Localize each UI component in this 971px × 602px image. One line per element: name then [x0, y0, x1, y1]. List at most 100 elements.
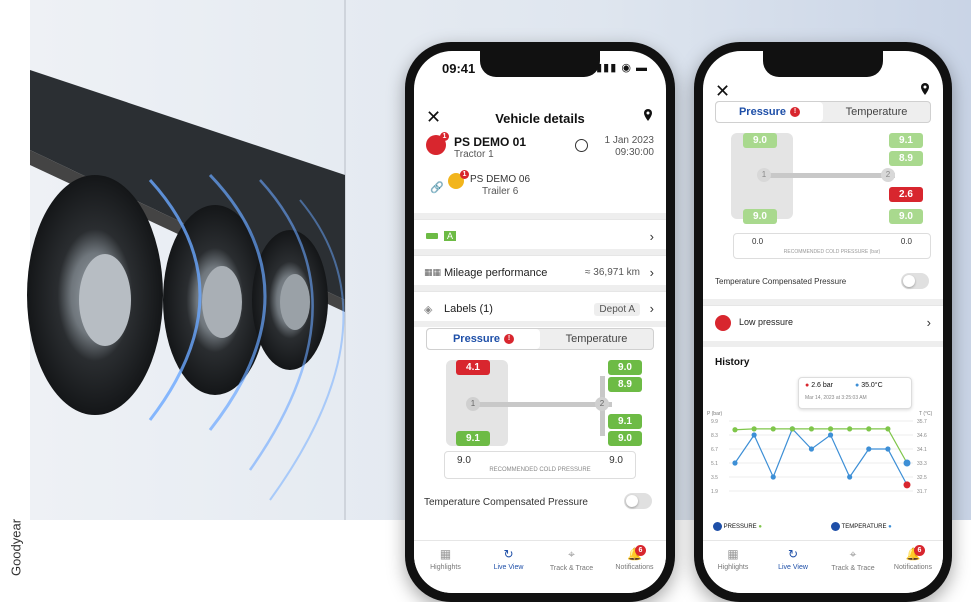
- tyre-right-3[interactable]: 9.1: [608, 414, 642, 429]
- tab-live-view-label: Live View: [493, 564, 524, 571]
- bottom-tab-bar: ▦ Highlights ↻ Live View ⌖ Track & Trace 🔔 N…: [414, 540, 666, 593]
- tab-notifications[interactable]: 🔔 Notifications: [883, 547, 943, 571]
- header: ✕ Vehicle details: [414, 103, 666, 133]
- vehicle-name: PS DEMO 01: [454, 135, 527, 149]
- data-point: [903, 459, 911, 467]
- trailer-type: Trailer 6: [482, 186, 519, 197]
- chevron-right-icon: ›: [926, 315, 931, 330]
- divider: [703, 341, 943, 347]
- vehicle-type: Tractor 1: [454, 149, 494, 160]
- phone-live-view: ✕ Pressure! Temperature 9.0 9.0 9.1 8.9 …: [694, 42, 952, 602]
- tab-pressure[interactable]: Pressure!: [716, 102, 823, 122]
- location-icon: ⌖: [568, 547, 575, 561]
- cold-pressure-box: 0.0 0.0 RECOMMENDED COLD PRESSURE (bar): [733, 233, 931, 259]
- y2-tick-label: 33.3: [917, 461, 927, 467]
- bell-icon: 🔔: [905, 547, 921, 561]
- y2-axis-unit-label: T (°C): [919, 411, 933, 417]
- tab-highlights[interactable]: ▦ Highlights: [703, 547, 763, 571]
- cold-pressure-label: RECOMMENDED COLD PRESSURE (bar): [783, 249, 881, 255]
- temp-compensated-label: Temperature Compensated Pressure: [424, 497, 588, 508]
- tab-live-view-label: Live View: [778, 564, 808, 571]
- tab-temperature[interactable]: Temperature: [823, 102, 930, 122]
- tyre-right-4[interactable]: 9.0: [608, 431, 642, 446]
- data-point: [751, 432, 757, 438]
- last-seen-time: 09:30:00: [615, 147, 654, 158]
- tab-highlights-label: Highlights: [717, 564, 749, 571]
- y-tick-label: 5.1: [711, 461, 718, 467]
- tyre-right-1[interactable]: 9.0: [608, 360, 642, 375]
- tyre-right-2[interactable]: 8.9: [889, 151, 923, 166]
- battery-icon: [426, 233, 438, 239]
- tab-notifications-label: Notifications: [615, 564, 654, 571]
- tyre-right-4[interactable]: 9.0: [889, 209, 923, 224]
- tab-pressure[interactable]: Pressure!: [427, 329, 540, 349]
- close-icon[interactable]: ✕: [715, 81, 730, 102]
- tyre-left-rear[interactable]: 9.0: [743, 209, 777, 224]
- vehicle-summary[interactable]: 1 PS DEMO 01 Tractor 1 1 Jan 2023 09:30:…: [426, 132, 655, 213]
- tab-temperature[interactable]: Temperature: [540, 329, 653, 349]
- chevron-right-icon: ›: [649, 265, 654, 280]
- data-point: [770, 474, 776, 480]
- tag-icon: ◈: [424, 304, 433, 316]
- notifications-count-badge: 6: [635, 545, 646, 556]
- cold-pressure-right: 0.0: [900, 237, 912, 246]
- checkbox-checked-icon: [713, 522, 722, 531]
- tab-track-trace[interactable]: ⌖ Track & Trace: [540, 547, 603, 572]
- tyre-right-2[interactable]: 8.9: [608, 377, 642, 392]
- data-point: [866, 446, 872, 452]
- page-title: Vehicle details: [495, 111, 585, 126]
- row-low-pressure[interactable]: Low pressure ›: [703, 305, 943, 342]
- legend-pressure-label: PRESSURE: [723, 524, 757, 531]
- location-pin-icon[interactable]: [919, 83, 931, 95]
- cold-pressure-right: 9.0: [609, 455, 623, 466]
- tab-highlights[interactable]: ▦ Highlights: [414, 547, 477, 571]
- data-point: [847, 474, 853, 480]
- y-tick-label: 1.9: [711, 489, 718, 495]
- y2-tick-label: 35.7: [917, 419, 927, 425]
- pressure-alert-badge: !: [790, 107, 801, 118]
- notifications-count-badge: 6: [914, 545, 925, 556]
- cold-pressure-left: 9.0: [457, 455, 471, 466]
- axle-1-marker: 1: [466, 397, 480, 411]
- tyre-right-1[interactable]: 9.1: [889, 133, 923, 148]
- history-chart[interactable]: P (bar) T (°C) 9.9 35.7 8.3 34.6 6.7 34.1 5.1 33.…: [703, 409, 943, 519]
- series-line: [734, 427, 908, 486]
- chart-legend: PRESSURE ● TEMPERATURE ●: [713, 521, 933, 535]
- temp-compensated-label: Temperature Compensated Pressure: [715, 277, 847, 286]
- tyre-left-front[interactable]: 4.1: [456, 360, 490, 375]
- trailer-name: PS DEMO 06: [470, 174, 531, 185]
- last-seen-date: 1 Jan 2023: [604, 135, 655, 146]
- data-point: [885, 426, 891, 432]
- status-time: 09:41: [442, 61, 476, 76]
- axle-bar: [472, 402, 612, 407]
- pressure-temperature-toggle: Pressure! Temperature: [426, 328, 654, 350]
- data-point: [789, 426, 795, 432]
- link-icon: 🔗: [430, 182, 444, 194]
- tab-pressure-label: Pressure: [738, 106, 787, 118]
- legend-temperature[interactable]: TEMPERATURE ●: [831, 522, 892, 531]
- temp-compensated-toggle[interactable]: [624, 493, 652, 509]
- data-point: [827, 426, 834, 432]
- data-point: [770, 426, 776, 432]
- data-point: [732, 460, 738, 466]
- checkbox-checked-icon: [831, 522, 840, 531]
- tyre-right-3[interactable]: 2.6: [889, 187, 923, 202]
- clock-icon: [575, 139, 588, 152]
- y-tick-label: 8.3: [711, 433, 718, 439]
- tab-live-view[interactable]: ↻ Live View: [763, 547, 823, 571]
- live-view-icon: ↻: [787, 547, 799, 561]
- axle-2-marker: 2: [881, 168, 895, 182]
- legend-temperature-label: TEMPERATURE: [841, 524, 887, 531]
- tab-track-trace[interactable]: ⌖ Track & Trace: [823, 547, 883, 572]
- tyre-left-rear[interactable]: 9.1: [456, 431, 490, 446]
- tab-live-view[interactable]: ↻ Live View: [477, 547, 540, 571]
- legend-pressure[interactable]: PRESSURE ●: [713, 522, 762, 531]
- tooltip-date: Mar 14, 2023 at 3:25:03 AM: [805, 395, 867, 401]
- temp-compensated-toggle[interactable]: [901, 273, 929, 289]
- data-point: [732, 427, 738, 433]
- tyre-left-front[interactable]: 9.0: [743, 133, 777, 148]
- phone2-screen: ✕ Pressure! Temperature 9.0 9.0 9.1 8.9 …: [703, 51, 943, 593]
- location-pin-icon[interactable]: [642, 109, 654, 121]
- tooltip-temperature-value: 35.0°C: [861, 382, 883, 389]
- label-chip: Depot A: [594, 303, 640, 316]
